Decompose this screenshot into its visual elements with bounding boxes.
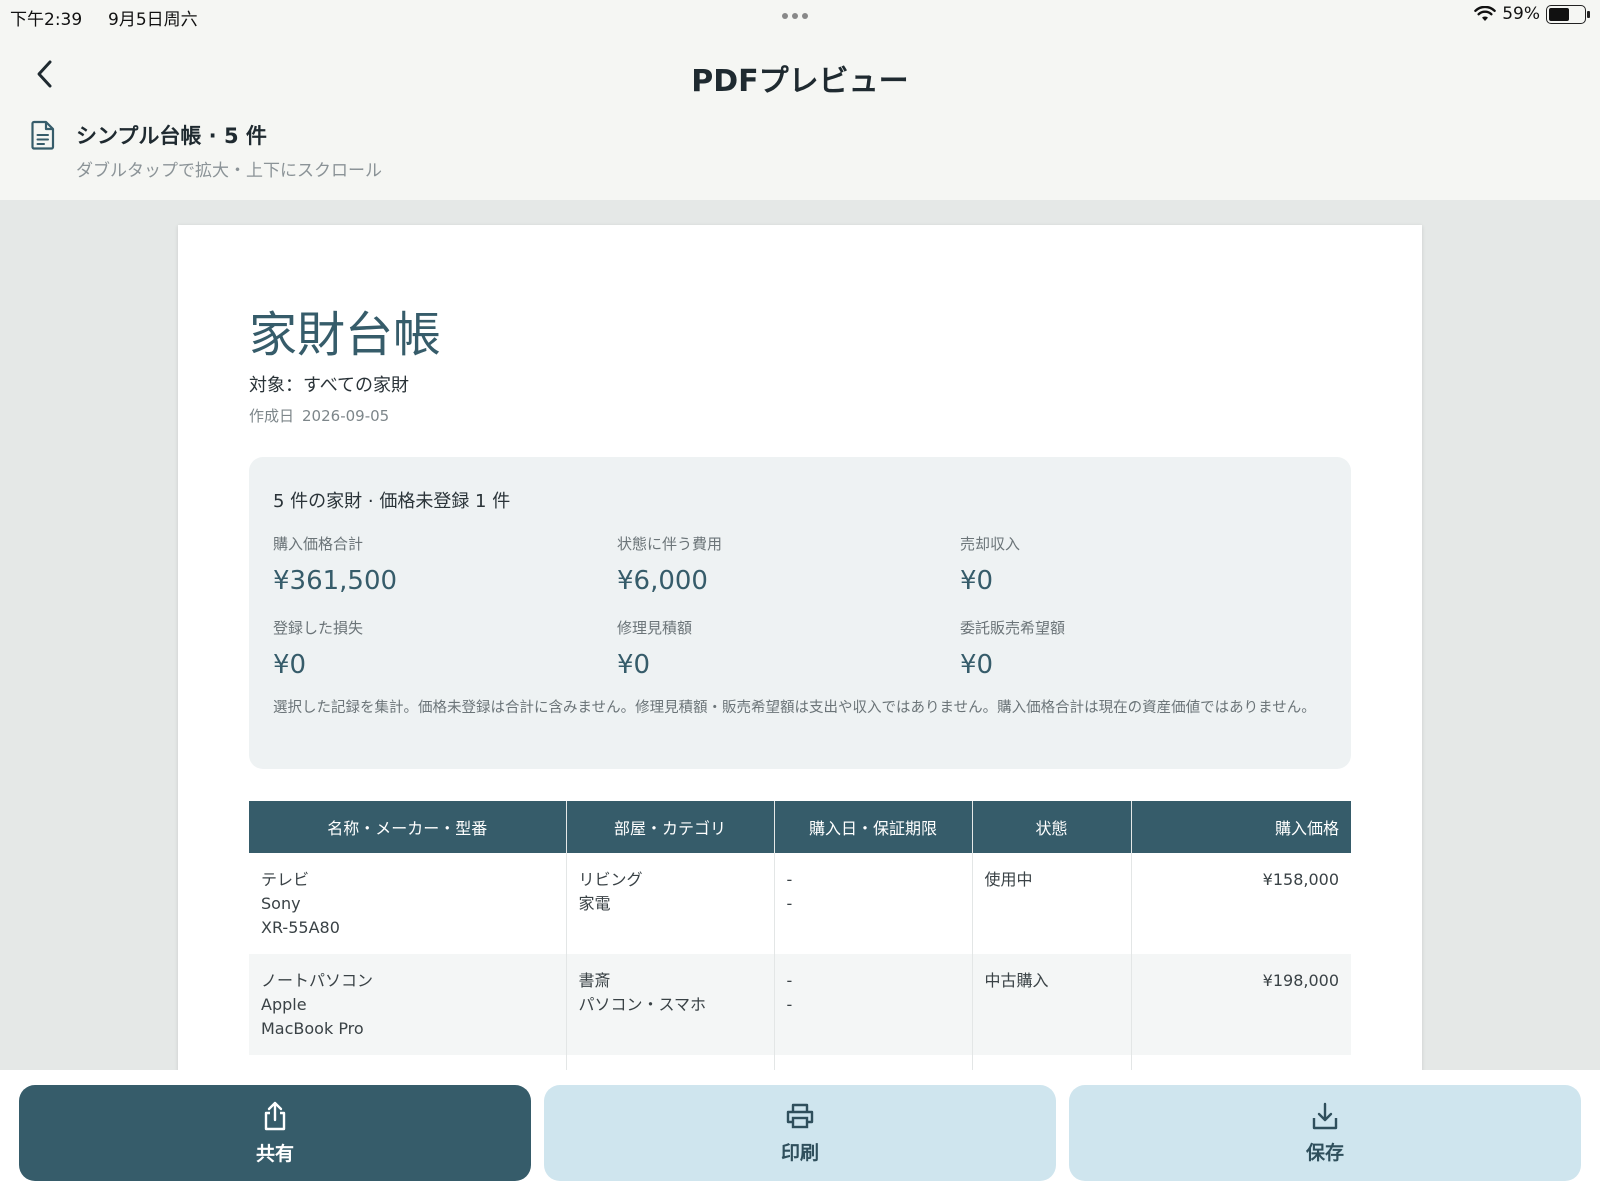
column-header-status: 状態 (971, 801, 1131, 853)
metric-label: 売却収入 (960, 535, 1021, 553)
cell-empty (1130, 1055, 1351, 1070)
item-status: 中古購入 (984, 971, 1049, 990)
cell-empty (773, 1055, 972, 1070)
item-warranty: - (786, 995, 793, 1014)
table-header-row: 名称・メーカー・型番 部屋・カテゴリ 購入日・保証期限 状態 購入価格 (249, 801, 1351, 853)
item-maker: Sony (261, 894, 301, 913)
pdf-title: 家財台帳 (249, 307, 442, 363)
multitasking-dots-icon[interactable] (782, 13, 808, 19)
metric-label: 修理見積額 (617, 619, 693, 637)
action-bar: 共有 印刷 保存 (0, 1070, 1600, 1200)
cell-name: テレビ Sony XR-55A80 (249, 853, 566, 954)
save-button[interactable]: 保存 (1069, 1085, 1581, 1181)
created-label: 作成日 (249, 407, 295, 425)
print-button[interactable]: 印刷 (544, 1085, 1056, 1181)
printer-icon (786, 1103, 814, 1128)
item-name: ノートパソコン (261, 971, 374, 990)
pdf-preview-area[interactable]: 家財台帳 対象：すべての家財 作成日 2026-09-05 5 件の家財 · 価格… (0, 200, 1600, 1070)
document-icon (31, 120, 55, 150)
page-title: PDFプレビュー (691, 64, 909, 99)
share-icon (264, 1101, 286, 1130)
metric-registered-loss: 登録した損失 ¥0 (273, 617, 603, 680)
summary-headline: 5 件の家財 · 価格未登録 1 件 (273, 491, 511, 512)
cell-status: 使用中 (971, 853, 1131, 954)
metric-label: 登録した損失 (273, 619, 364, 637)
metric-label: 状態に伴う費用 (617, 535, 723, 553)
metric-consignment-price: 委託販売希望額 ¥0 (960, 617, 1290, 680)
table-row (249, 1055, 1351, 1070)
cell-date: - - (773, 853, 972, 954)
metric-label: 委託販売希望額 (960, 619, 1066, 637)
status-date: 9月5日周六 (108, 10, 198, 30)
item-price: ¥198,000 (1262, 971, 1339, 990)
pdf-target: 対象：すべての家財 (249, 375, 410, 396)
cell-empty (249, 1055, 566, 1070)
cell-status: 中古購入 (971, 954, 1131, 1055)
wifi-icon (1474, 6, 1497, 21)
column-header-date: 購入日・保証期限 (773, 801, 972, 853)
cell-room: リビング 家電 (565, 853, 774, 954)
cell-date: - - (773, 954, 972, 1055)
summary-card: 5 件の家財 · 価格未登録 1 件 購入価格合計 ¥361,500 状態に伴う… (249, 457, 1351, 769)
item-warranty: - (786, 894, 793, 913)
created-value: 2026-09-05 (302, 407, 390, 425)
table-row: テレビ Sony XR-55A80 リビング 家電 - - 使用中 ¥158,0… (249, 853, 1351, 954)
cell-name: ノートパソコン Apple MacBook Pro (249, 954, 566, 1055)
cell-price: ¥198,000 (1130, 954, 1351, 1055)
metric-label: 購入価格合計 (273, 535, 364, 553)
metric-value: ¥0 (960, 566, 994, 596)
pdf-created-date: 作成日 2026-09-05 (249, 405, 389, 426)
column-header-price: 購入価格 (1130, 801, 1351, 853)
item-model: MacBook Pro (261, 1019, 364, 1038)
cell-price: ¥158,000 (1130, 853, 1351, 954)
metric-value: ¥6,000 (617, 566, 708, 596)
item-maker: Apple (261, 995, 307, 1014)
share-button[interactable]: 共有 (19, 1085, 531, 1181)
cell-room: 書斎 パソコン・スマホ (565, 954, 774, 1055)
item-purchase-date: - (786, 971, 793, 990)
battery-percent: 59% (1502, 4, 1540, 24)
metric-repair-estimate: 修理見積額 ¥0 (617, 617, 947, 680)
pdf-page: 家財台帳 対象：すべての家財 作成日 2026-09-05 5 件の家財 · 価格… (178, 225, 1422, 1070)
column-header-room: 部屋・カテゴリ (565, 801, 774, 853)
download-icon (1312, 1102, 1338, 1129)
share-label: 共有 (255, 1142, 294, 1165)
print-label: 印刷 (780, 1141, 819, 1164)
metric-value: ¥361,500 (273, 566, 398, 596)
item-room: 書斎 (578, 971, 611, 990)
summary-note: 選択した記録を集計。価格未登録は合計に含みません。修理見積額・販売希望額は支出や… (273, 700, 1316, 716)
battery-icon (1546, 4, 1590, 24)
item-price: ¥158,000 (1262, 870, 1339, 889)
item-category: 家電 (578, 894, 611, 913)
item-purchase-date: - (786, 870, 793, 889)
status-bar: 下午2:39 9月5日周六 59% (0, 0, 1600, 32)
metric-value: ¥0 (960, 650, 994, 680)
column-header-name: 名称・メーカー・型番 (249, 801, 566, 853)
item-room: リビング (578, 870, 643, 889)
document-title: シンプル台帳 · 5 件 (76, 124, 267, 148)
item-category: パソコン・スマホ (578, 995, 707, 1014)
items-table: 名称・メーカー・型番 部屋・カテゴリ 購入日・保証期限 状態 購入価格 テレビ … (249, 801, 1351, 1070)
cell-empty (565, 1055, 774, 1070)
document-hint: ダブルタップで拡大・上下にスクロール (76, 161, 382, 181)
item-name: テレビ (261, 870, 310, 889)
metric-sale-income: 売却収入 ¥0 (960, 533, 1290, 596)
metric-value: ¥0 (617, 650, 651, 680)
status-time: 下午2:39 (10, 10, 83, 30)
item-model: XR-55A80 (261, 918, 340, 937)
save-label: 保存 (1305, 1141, 1344, 1164)
cell-empty (971, 1055, 1131, 1070)
item-status: 使用中 (984, 870, 1033, 889)
metric-status-cost: 状態に伴う費用 ¥6,000 (617, 533, 947, 596)
metric-value: ¥0 (273, 650, 307, 680)
metric-purchase-total: 購入価格合計 ¥361,500 (273, 533, 603, 596)
nav-bar: PDFプレビュー (0, 40, 1600, 110)
table-row: ノートパソコン Apple MacBook Pro 書斎 パソコン・スマホ - … (249, 954, 1351, 1055)
